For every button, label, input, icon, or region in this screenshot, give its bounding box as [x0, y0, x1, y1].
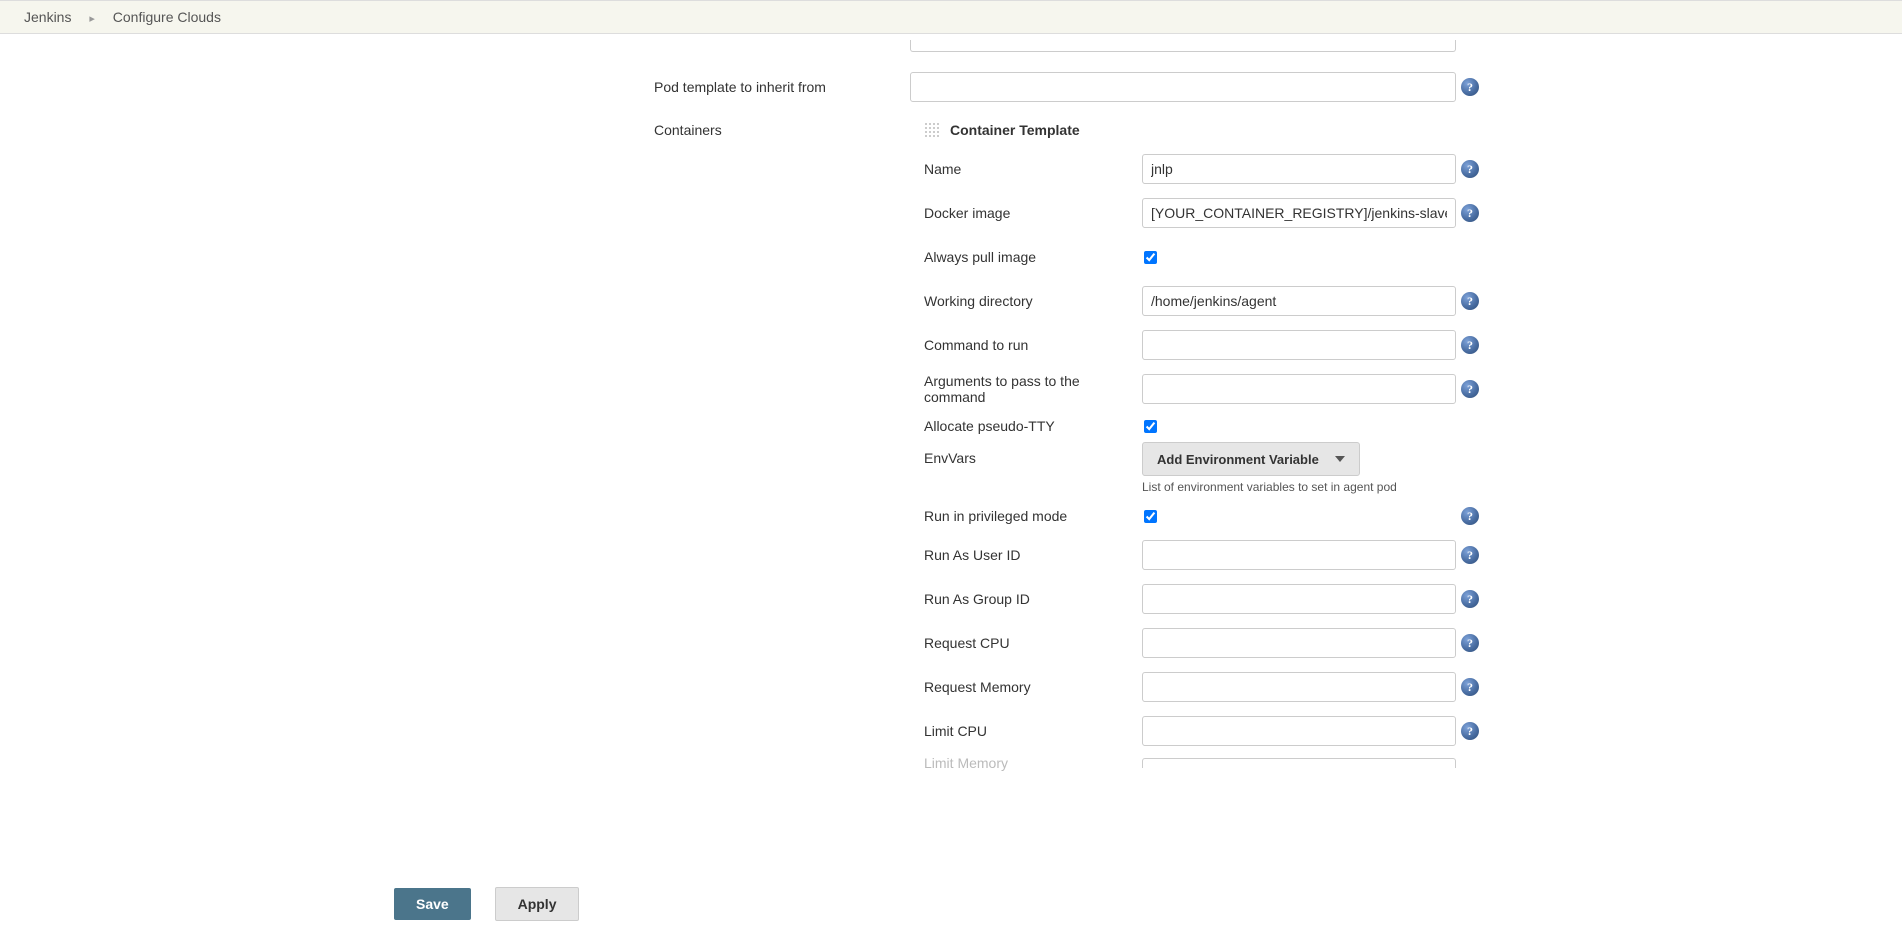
request-memory-input[interactable] [1142, 672, 1456, 702]
help-icon[interactable]: ? [1461, 678, 1479, 696]
help-icon[interactable]: ? [1461, 507, 1479, 525]
label-name: Name [924, 161, 1142, 177]
help-icon[interactable]: ? [1461, 78, 1479, 96]
label-always-pull: Always pull image [924, 249, 1142, 265]
allocate-tty-checkbox[interactable] [1144, 420, 1157, 433]
save-button[interactable]: Save [394, 888, 471, 920]
help-icon[interactable]: ? [1461, 634, 1479, 652]
help-icon[interactable]: ? [1461, 336, 1479, 354]
container-template-header: Container Template [924, 122, 1484, 138]
run-as-user-input[interactable] [1142, 540, 1456, 570]
label-request-cpu: Request CPU [924, 635, 1142, 651]
name-input[interactable] [1142, 154, 1456, 184]
apply-button[interactable]: Apply [495, 887, 580, 921]
label-allocate-tty: Allocate pseudo-TTY [924, 418, 1142, 434]
help-icon[interactable]: ? [1461, 722, 1479, 740]
label-run-as-group: Run As Group ID [924, 591, 1142, 607]
always-pull-checkbox[interactable] [1144, 251, 1157, 264]
breadcrumb-home[interactable]: Jenkins [24, 9, 71, 25]
working-dir-input[interactable] [1142, 286, 1456, 316]
caret-down-icon [1335, 456, 1345, 462]
drag-handle-icon[interactable] [924, 122, 940, 138]
label-docker-image: Docker image [924, 205, 1142, 221]
label-working-dir: Working directory [924, 293, 1142, 309]
bottom-action-bar: Save Apply [0, 877, 1902, 945]
help-icon[interactable]: ? [1461, 590, 1479, 608]
docker-image-input[interactable] [1142, 198, 1456, 228]
label-command: Command to run [924, 337, 1142, 353]
command-input[interactable] [1142, 330, 1456, 360]
chevron-right-icon: ▸ [89, 12, 95, 25]
label-run-as-user: Run As User ID [924, 547, 1142, 563]
help-icon[interactable]: ? [1461, 380, 1479, 398]
add-env-var-button[interactable]: Add Environment Variable [1142, 442, 1360, 476]
label-pod-template-inherit: Pod template to inherit from [654, 79, 910, 95]
help-icon[interactable]: ? [1461, 160, 1479, 178]
request-cpu-input[interactable] [1142, 628, 1456, 658]
breadcrumb: Jenkins ▸ Configure Clouds [0, 0, 1902, 34]
label-request-memory: Request Memory [924, 679, 1142, 695]
breadcrumb-current[interactable]: Configure Clouds [113, 9, 221, 25]
help-icon[interactable]: ? [1461, 204, 1479, 222]
label-limit-cpu: Limit CPU [924, 723, 1142, 739]
label-envvars: EnvVars [924, 442, 1142, 466]
privileged-checkbox[interactable] [1144, 510, 1157, 523]
help-icon[interactable]: ? [1461, 546, 1479, 564]
label-limit-memory: Limit Memory [924, 755, 1142, 771]
label-args: Arguments to pass to the command [924, 373, 1142, 405]
label-containers: Containers [654, 122, 910, 774]
limit-memory-input-partial[interactable] [1142, 758, 1456, 768]
add-env-var-label: Add Environment Variable [1157, 452, 1319, 467]
label-privileged: Run in privileged mode [924, 508, 1142, 524]
run-as-group-input[interactable] [1142, 584, 1456, 614]
args-input[interactable] [1142, 374, 1456, 404]
limit-cpu-input[interactable] [1142, 716, 1456, 746]
help-icon[interactable]: ? [1461, 292, 1479, 310]
container-template-title: Container Template [950, 122, 1080, 138]
envvars-help-text: List of environment variables to set in … [1142, 480, 1397, 494]
previous-input-partial[interactable] [910, 40, 1456, 52]
pod-template-inherit-input[interactable] [910, 72, 1456, 102]
